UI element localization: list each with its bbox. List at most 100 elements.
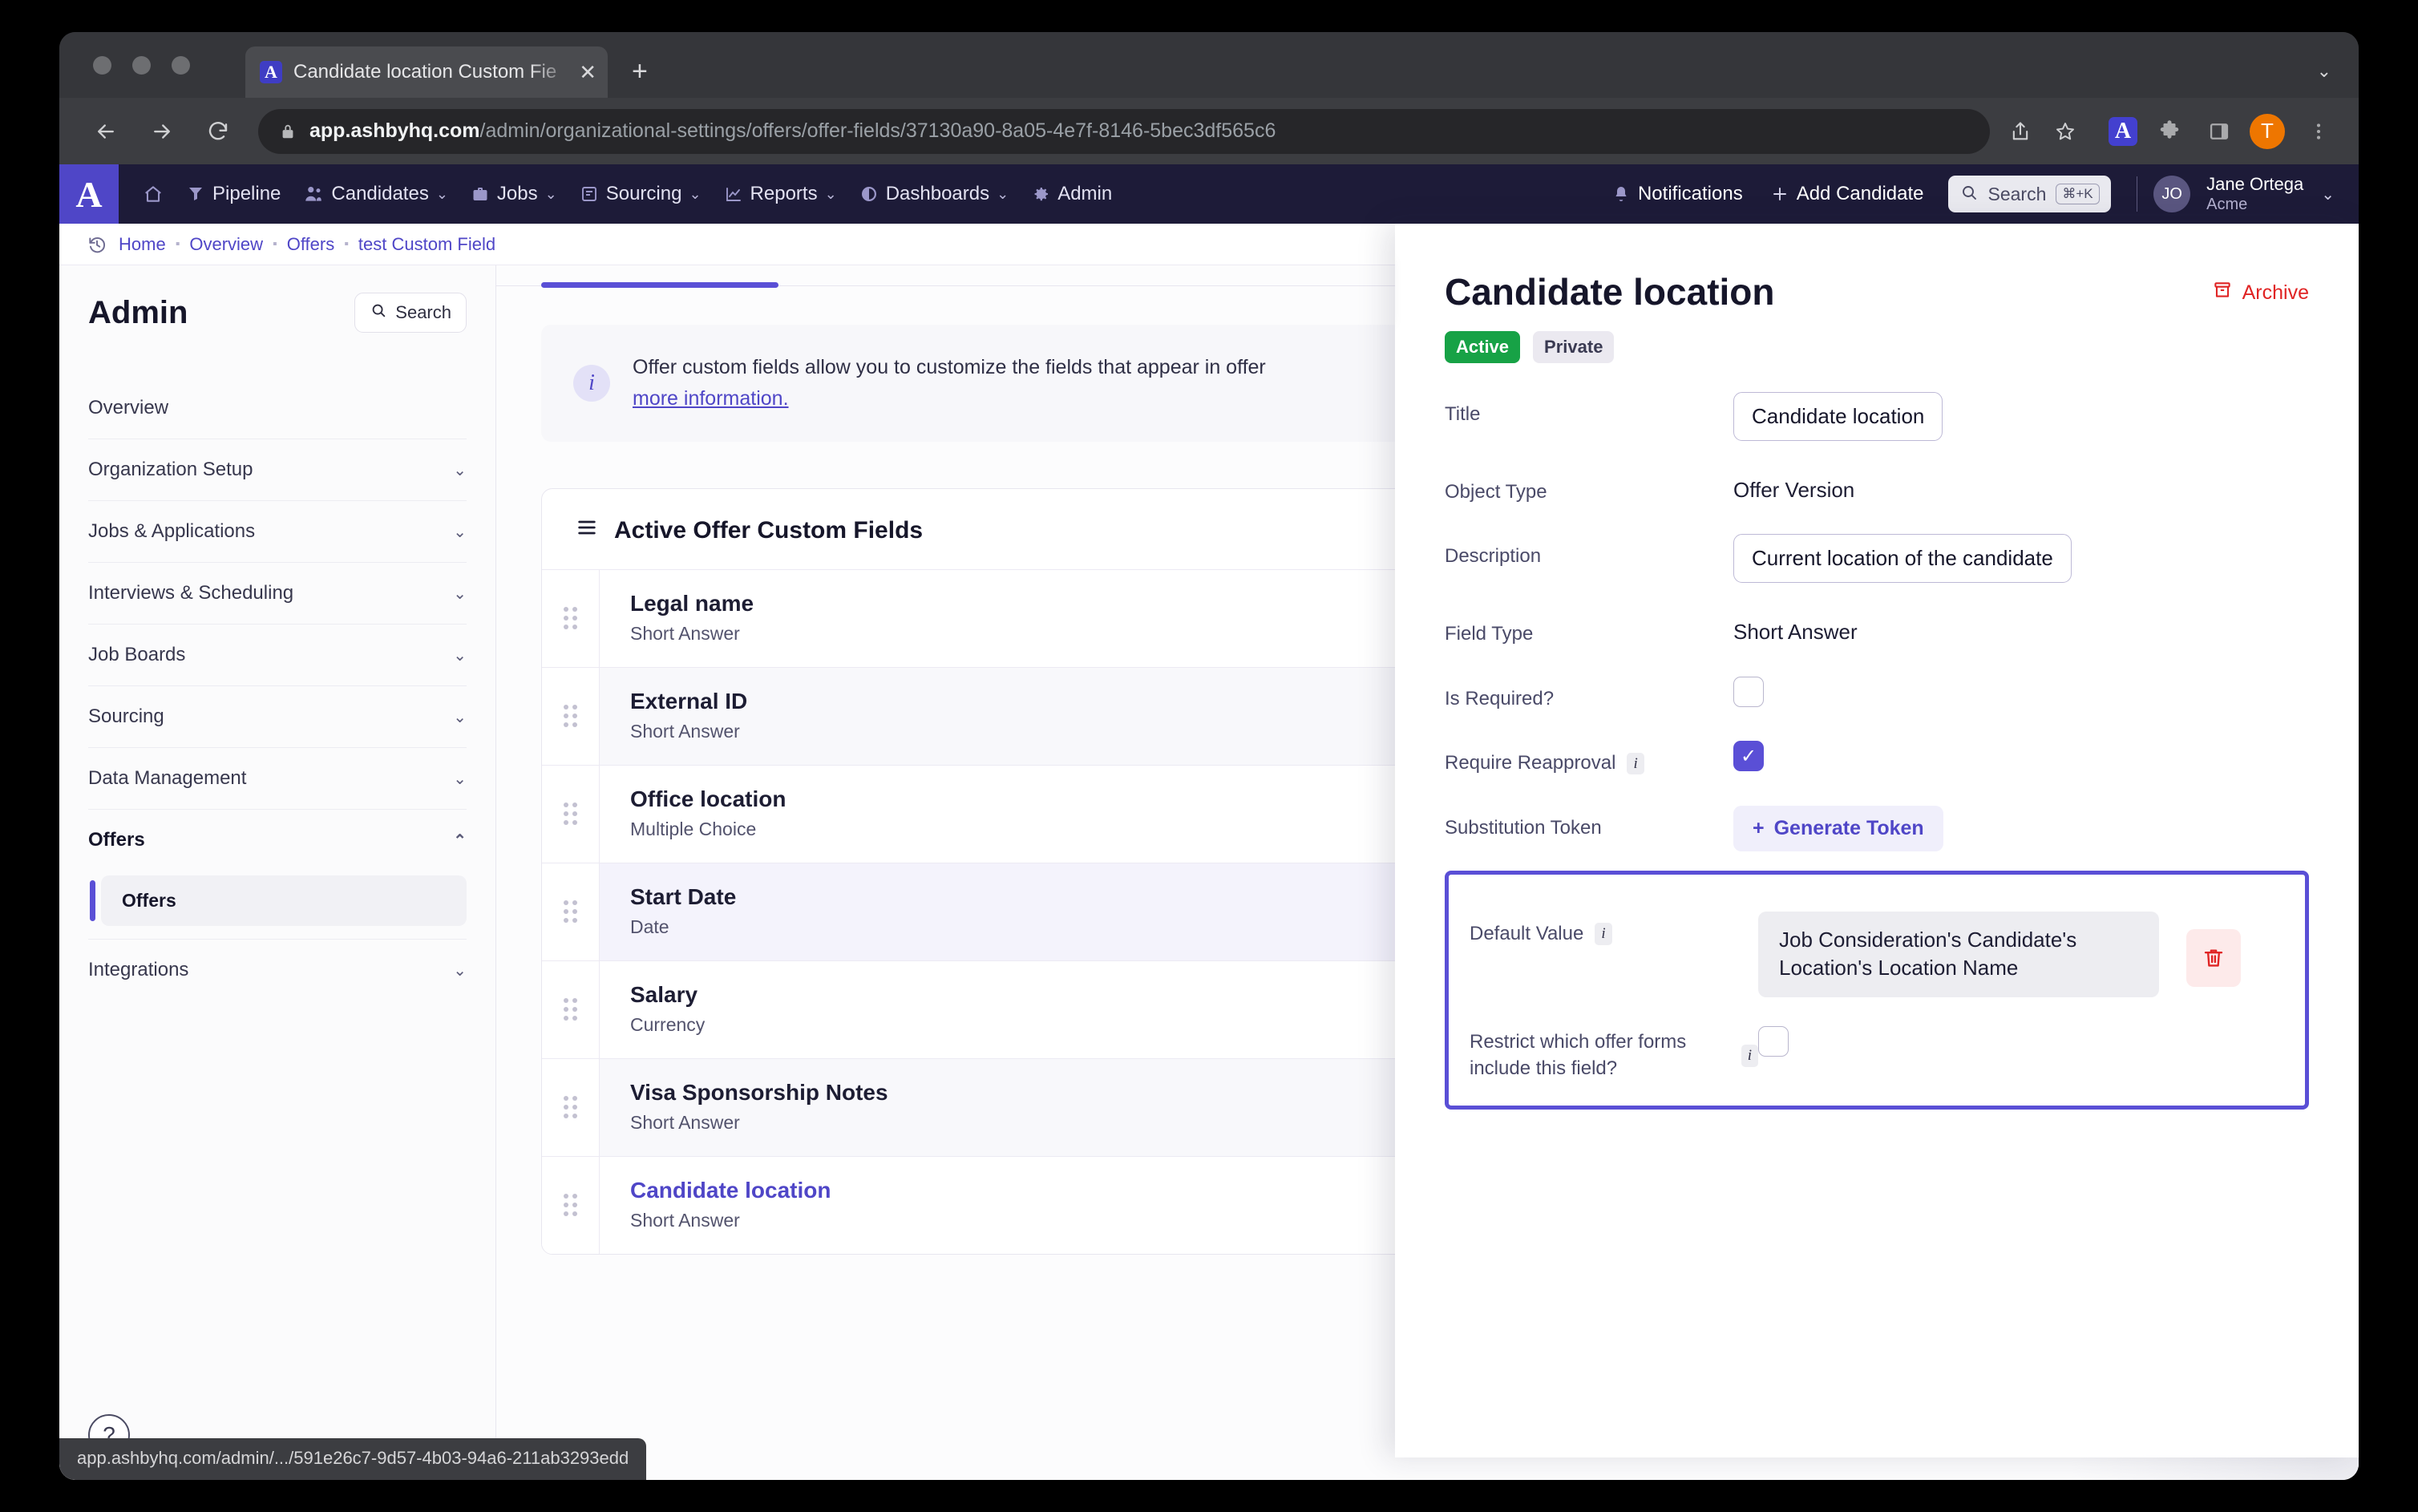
chevron-down-icon: ⌄ <box>545 186 557 203</box>
nav-item-home[interactable] <box>131 184 175 204</box>
global-search-button[interactable]: Search ⌘+K <box>1948 176 2111 212</box>
share-icon[interactable] <box>2001 112 2040 151</box>
sidebar-item-data-management[interactable]: Data Management ⌄ <box>88 748 467 810</box>
field-body: Start Date Date <box>600 863 736 960</box>
sidebar-item-jobs-applications[interactable]: Jobs & Applications ⌄ <box>88 501 467 563</box>
sidebar-item-overview[interactable]: Overview <box>88 378 467 439</box>
value-is-required <box>1733 677 2309 707</box>
sidebar-item-sourcing[interactable]: Sourcing ⌄ <box>88 686 467 748</box>
bell-icon <box>1611 184 1631 204</box>
nav-item-reports[interactable]: Reports ⌄ <box>713 183 848 205</box>
ashby-favicon-icon: A <box>260 61 282 83</box>
drag-handle[interactable] <box>542 570 600 667</box>
extensions-puzzle-icon[interactable] <box>2150 112 2189 151</box>
forward-icon[interactable] <box>143 112 181 151</box>
ashby-logo-icon[interactable]: A <box>59 164 119 224</box>
browser-tab[interactable]: A Candidate location Custom Fie ✕ <box>245 46 608 98</box>
is-required-checkbox[interactable] <box>1733 677 1764 707</box>
drag-handle[interactable] <box>542 961 600 1058</box>
side-panel-icon[interactable] <box>2200 112 2238 151</box>
bookmark-star-icon[interactable] <box>2046 112 2084 151</box>
label-is-required: Is Required? <box>1445 677 1733 712</box>
nav-item-pipeline[interactable]: Pipeline <box>175 183 292 205</box>
value-description: Current location of the candidate <box>1733 534 2309 583</box>
gauge-icon <box>859 184 879 204</box>
nav-item-jobs[interactable]: Jobs ⌄ <box>459 183 568 205</box>
info-icon[interactable]: i <box>1595 923 1611 945</box>
breadcrumb-item-overview[interactable]: Overview <box>189 234 263 255</box>
chevron-down-icon[interactable]: ⌄ <box>2317 61 2331 82</box>
sidebar-item-offers-child[interactable]: Offers <box>101 875 467 926</box>
chevron-up-icon: ⌃ <box>453 831 467 851</box>
reload-icon[interactable] <box>199 112 237 151</box>
sidebar-item-label: Sourcing <box>88 705 164 728</box>
history-icon[interactable] <box>87 234 107 255</box>
field-body: Office location Multiple Choice <box>600 766 786 863</box>
maximize-window-button[interactable] <box>172 56 190 75</box>
address-bar[interactable]: app.ashbyhq.com/admin/organizational-set… <box>258 109 1990 154</box>
new-tab-icon[interactable]: + <box>632 58 648 85</box>
delete-icon[interactable] <box>2186 929 2241 987</box>
field-name: Start Date <box>630 884 736 910</box>
nav-item-dashboards[interactable]: Dashboards ⌄ <box>848 183 1021 205</box>
app-nav-right: Notifications Add Candidate Search ⌘+K <box>1600 173 2343 216</box>
breadcrumb-item-custom-field[interactable]: test Custom Field <box>358 234 495 255</box>
value-restrict-forms <box>1758 1026 2284 1057</box>
chevron-down-icon[interactable]: ⌄ <box>2321 184 2335 204</box>
drag-handle[interactable] <box>542 863 600 960</box>
browser-toolbar: app.ashbyhq.com/admin/organizational-set… <box>59 98 2359 164</box>
gear-icon <box>1031 184 1050 204</box>
info-icon[interactable]: i <box>1741 1045 1758 1067</box>
drag-dots-icon <box>564 705 577 727</box>
drag-handle[interactable] <box>542 1059 600 1156</box>
nav-item-sourcing[interactable]: Sourcing ⌄ <box>568 183 713 205</box>
drag-dots-icon <box>564 607 577 629</box>
sidebar-item-label: Organization Setup <box>88 459 253 481</box>
restrict-forms-checkbox[interactable] <box>1758 1026 1789 1057</box>
nav-item-notifications[interactable]: Notifications <box>1600 183 1754 205</box>
sidebar-item-offers[interactable]: Offers ⌃ <box>88 810 467 871</box>
require-reapproval-checkbox[interactable]: ✓ <box>1733 741 1764 771</box>
drag-handle[interactable] <box>542 1157 600 1254</box>
nav-item-candidates[interactable]: Candidates ⌄ <box>292 183 459 205</box>
info-icon[interactable]: i <box>1627 753 1644 775</box>
minimize-window-button[interactable] <box>132 56 151 75</box>
title-input[interactable]: Candidate location <box>1733 392 1943 441</box>
chevron-down-icon: ⌄ <box>997 186 1009 203</box>
close-window-button[interactable] <box>93 56 111 75</box>
add-candidate-button[interactable]: Add Candidate <box>1759 183 1935 205</box>
sidebar-item-job-boards[interactable]: Job Boards ⌄ <box>88 625 467 686</box>
user-block[interactable]: Jane Ortega Acme <box>2206 173 2303 216</box>
archive-button[interactable]: Archive <box>2212 280 2309 306</box>
chevron-down-icon: ⌄ <box>453 645 467 665</box>
sidebar-item-interviews-scheduling[interactable]: Interviews & Scheduling ⌄ <box>88 563 467 625</box>
divider <box>2137 176 2138 212</box>
user-org: Acme <box>2206 195 2303 215</box>
ashby-extension-icon[interactable]: A <box>2109 117 2137 146</box>
breadcrumb-item-offers[interactable]: Offers <box>287 234 335 255</box>
close-icon[interactable]: ✕ <box>579 60 596 85</box>
default-value-token[interactable]: Job Consideration's Candidate's Location… <box>1758 912 2159 998</box>
avatar[interactable]: JO <box>2153 176 2190 212</box>
nav-label: Sourcing <box>606 183 682 205</box>
more-information-link[interactable]: more information. <box>633 387 789 410</box>
profile-avatar[interactable]: T <box>2250 114 2285 149</box>
generate-token-button[interactable]: + Generate Token <box>1733 806 1943 851</box>
nav-item-admin[interactable]: Admin <box>1020 183 1123 205</box>
drag-handle[interactable] <box>542 668 600 765</box>
field-type: Currency <box>630 1014 705 1036</box>
funnel-icon <box>186 184 205 204</box>
admin-sidebar: Admin Search Overview Organization Setup… <box>59 265 496 1480</box>
description-input[interactable]: Current location of the candidate <box>1733 534 2072 583</box>
browser-menu-icon[interactable] <box>2299 112 2338 151</box>
label-text: Restrict which offer forms include this … <box>1470 1029 1730 1081</box>
back-icon[interactable] <box>87 112 125 151</box>
sidebar-item-organization-setup[interactable]: Organization Setup ⌄ <box>88 439 467 501</box>
page-viewport: A Pipeline Candidate <box>59 164 2359 1480</box>
breadcrumb-item-home[interactable]: Home <box>119 234 166 255</box>
drag-handle[interactable] <box>542 766 600 863</box>
highlight-box: Default Value i Job Consideration's Cand… <box>1445 871 2309 1110</box>
sidebar-search-button[interactable]: Search <box>354 293 467 333</box>
sidebar-item-integrations[interactable]: Integrations ⌄ <box>88 940 467 1001</box>
field-name: Visa Sponsorship Notes <box>630 1080 888 1106</box>
